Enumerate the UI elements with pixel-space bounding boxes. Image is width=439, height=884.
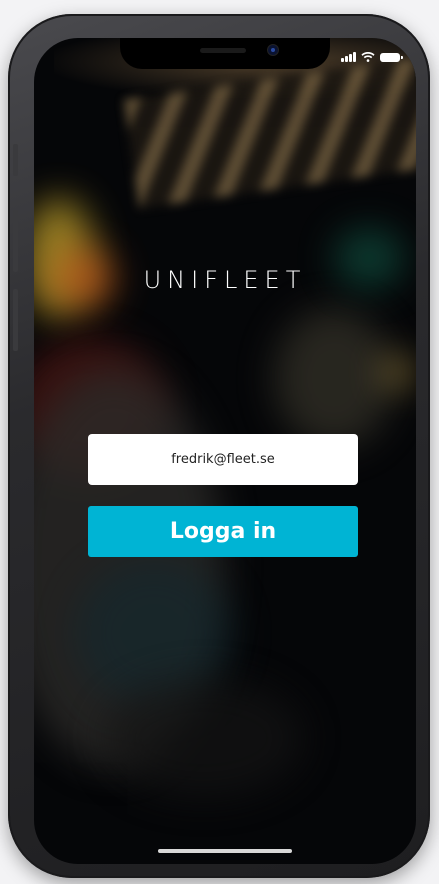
signal-icon: [341, 52, 356, 62]
phone-screen: UNIFLEET Logga in: [34, 38, 416, 864]
home-indicator[interactable]: [158, 849, 292, 853]
volume-up-button: [13, 210, 18, 272]
status-bar: [341, 52, 403, 62]
app-logo: UNIFLEET: [143, 266, 307, 294]
mute-switch: [13, 144, 18, 176]
login-button[interactable]: Logga in: [88, 506, 358, 557]
front-camera-icon: [268, 45, 278, 55]
battery-icon: [380, 52, 403, 62]
notch: [120, 38, 330, 69]
speaker-grille: [200, 48, 246, 53]
email-field[interactable]: [88, 434, 358, 485]
volume-down-button: [13, 289, 18, 351]
wifi-icon: [361, 52, 375, 62]
